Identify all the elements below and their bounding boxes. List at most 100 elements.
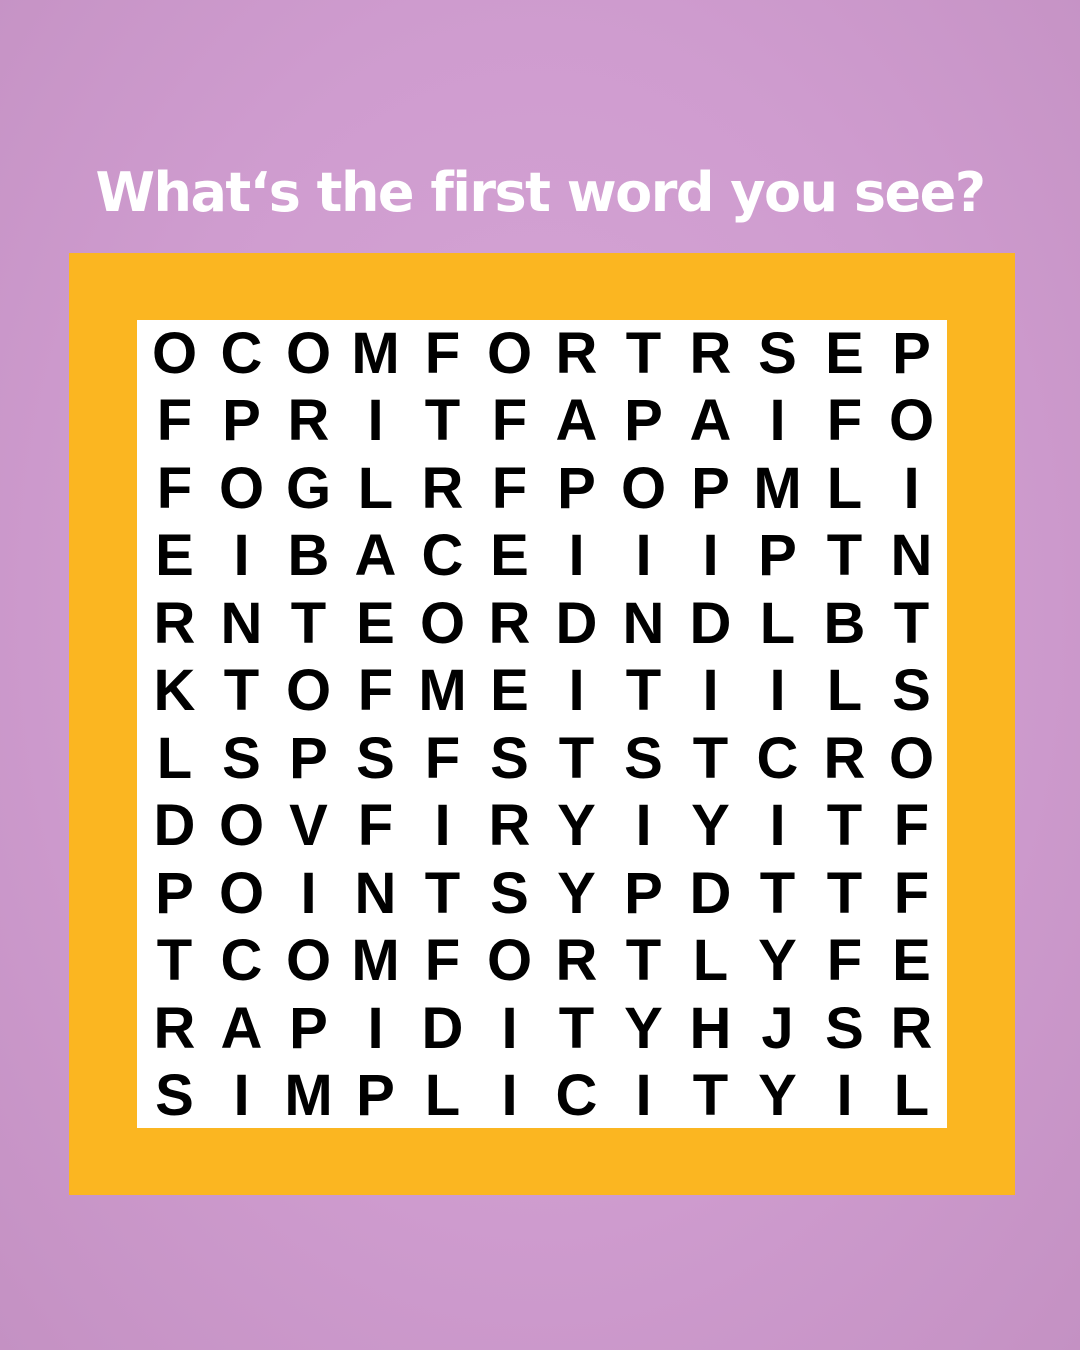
letter-cell: A <box>555 388 598 454</box>
letter-cell: T <box>692 1063 729 1129</box>
letter-cell: T <box>625 928 662 994</box>
letter-cell: I <box>769 793 786 859</box>
letter-cell: D <box>555 590 598 656</box>
letter-cell: S <box>490 725 529 791</box>
letter-cell: Y <box>691 793 730 859</box>
letter-cell: C <box>756 725 799 791</box>
letter-cell: S <box>490 860 529 926</box>
letter-cell: E <box>356 590 395 656</box>
letter-cell: I <box>769 658 786 724</box>
letter-cell: I <box>501 1063 518 1129</box>
letter-cell: T <box>625 658 662 724</box>
page-title: What‘s the first word you see? <box>95 161 986 224</box>
letter-cell: O <box>419 590 466 656</box>
letter-cell: F <box>424 928 461 994</box>
letter-cell: T <box>290 590 327 656</box>
letter-cell: P <box>356 1063 395 1129</box>
word-search-board: OCOMFORTRSEPFPRITFAPAIFOFOGLRFPOPMLIEIBA… <box>137 320 947 1128</box>
letter-cell: E <box>892 928 931 994</box>
letter-cell: S <box>222 725 261 791</box>
letter-cell: M <box>284 1063 333 1129</box>
letter-cell: E <box>155 523 194 589</box>
letter-cell: P <box>155 860 194 926</box>
letter-cell: T <box>424 860 461 926</box>
letter-cell: O <box>486 928 533 994</box>
letter-cell: S <box>892 658 931 724</box>
letter-cell: F <box>156 388 193 454</box>
letter-cell: N <box>622 590 665 656</box>
letter-cell: T <box>692 725 729 791</box>
letter-cell: P <box>222 388 261 454</box>
letter-cell: L <box>156 725 193 791</box>
letter-cell: P <box>892 320 931 386</box>
letter-cell: Y <box>557 793 596 859</box>
letter-cell: K <box>153 658 196 724</box>
letter-cell: T <box>826 523 863 589</box>
letter-cell: S <box>825 995 864 1061</box>
letter-cell: O <box>888 388 935 454</box>
letter-cell: P <box>624 860 663 926</box>
letter-cell: R <box>555 928 598 994</box>
letter-cell: N <box>354 860 397 926</box>
letter-cell: I <box>635 1063 652 1129</box>
letter-cell: R <box>153 590 196 656</box>
letter-cell: O <box>620 455 667 521</box>
letter-cell: N <box>890 523 933 589</box>
letter-cell: L <box>692 928 729 994</box>
letter-cell: I <box>233 1063 250 1129</box>
letter-cell: D <box>421 995 464 1061</box>
letter-cell: Y <box>758 928 797 994</box>
letter-cell: L <box>826 658 863 724</box>
letter-cell: T <box>424 388 461 454</box>
letter-cell: E <box>490 658 529 724</box>
letter-cell: A <box>220 995 263 1061</box>
letter-cell: T <box>893 590 930 656</box>
letter-cell: O <box>218 860 265 926</box>
letter-cell: F <box>491 388 528 454</box>
letter-cell: N <box>220 590 263 656</box>
letter-cell: I <box>635 793 652 859</box>
letter-cell: L <box>357 455 394 521</box>
letter-cell: R <box>890 995 933 1061</box>
letter-cell: F <box>357 793 394 859</box>
letter-cell: I <box>367 388 384 454</box>
letter-cell: P <box>289 725 328 791</box>
letter-cell: O <box>151 320 198 386</box>
letter-cell: M <box>351 928 400 994</box>
letter-cell: D <box>689 590 732 656</box>
letter-cell: F <box>424 725 461 791</box>
letter-cell: C <box>555 1063 598 1129</box>
letter-cell: P <box>758 523 797 589</box>
letter-cell: F <box>826 928 863 994</box>
letter-cell: O <box>285 320 332 386</box>
letter-cell: I <box>568 658 585 724</box>
letter-cell: I <box>702 658 719 724</box>
letter-cell: F <box>357 658 394 724</box>
letter-cell: F <box>893 793 930 859</box>
letter-cell: M <box>418 658 467 724</box>
letter-cell: B <box>287 523 330 589</box>
letter-cell: T <box>759 860 796 926</box>
letter-cell: P <box>691 455 730 521</box>
letter-cell: T <box>625 320 662 386</box>
letter-cell: B <box>823 590 866 656</box>
letter-cell: R <box>555 320 598 386</box>
letter-cell: I <box>903 455 920 521</box>
letter-cell: I <box>836 1063 853 1129</box>
letter-cell: F <box>156 455 193 521</box>
letter-cell: Y <box>557 860 596 926</box>
letter-cell: R <box>823 725 866 791</box>
letter-cell: T <box>826 860 863 926</box>
letter-cell: F <box>893 860 930 926</box>
letter-cell: O <box>218 793 265 859</box>
letter-cell: I <box>702 523 719 589</box>
letter-cell: T <box>223 658 260 724</box>
letter-cell: M <box>351 320 400 386</box>
letter-cell: R <box>689 320 732 386</box>
letter-grid: OCOMFORTRSEPFPRITFAPAIFOFOGLRFPOPMLIEIBA… <box>141 320 945 1124</box>
letter-cell: C <box>421 523 464 589</box>
letter-cell: R <box>488 590 531 656</box>
letter-cell: E <box>490 523 529 589</box>
letter-cell: A <box>354 523 397 589</box>
letter-cell: T <box>826 793 863 859</box>
